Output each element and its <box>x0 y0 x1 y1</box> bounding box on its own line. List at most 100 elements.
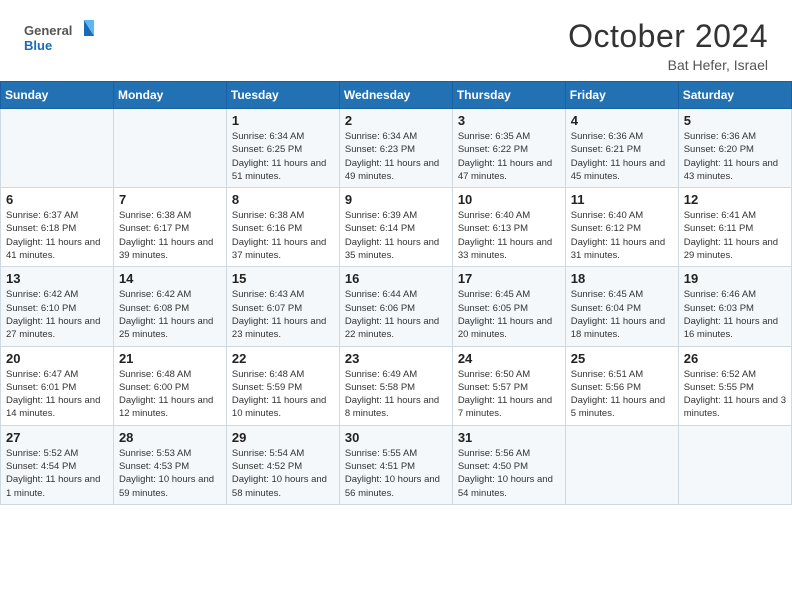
day-info: Sunrise: 6:48 AM Sunset: 6:00 PM Dayligh… <box>119 368 221 421</box>
day-number: 29 <box>232 430 334 445</box>
day-info: Sunrise: 6:48 AM Sunset: 5:59 PM Dayligh… <box>232 368 334 421</box>
calendar-week-row: 20 Sunrise: 6:47 AM Sunset: 6:01 PM Dayli… <box>1 346 792 425</box>
day-info: Sunrise: 6:42 AM Sunset: 6:10 PM Dayligh… <box>6 288 108 341</box>
day-number: 22 <box>232 351 334 366</box>
day-number: 18 <box>571 271 673 286</box>
day-info: Sunrise: 6:40 AM Sunset: 6:12 PM Dayligh… <box>571 209 673 262</box>
calendar-week-row: 27Sunrise: 5:52 AM Sunset: 4:54 PM Dayli… <box>1 425 792 504</box>
day-number: 7 <box>119 192 221 207</box>
calendar-cell: 26 Sunrise: 6:52 AM Sunset: 5:55 PM Dayli… <box>678 346 791 425</box>
calendar-cell: 10Sunrise: 6:40 AM Sunset: 6:13 PM Dayli… <box>452 188 565 267</box>
calendar-cell <box>1 109 114 188</box>
calendar-cell <box>565 425 678 504</box>
day-number: 26 <box>684 351 786 366</box>
calendar-cell: 30Sunrise: 5:55 AM Sunset: 4:51 PM Dayli… <box>339 425 452 504</box>
col-wednesday: Wednesday <box>339 82 452 109</box>
day-number: 13 <box>6 271 108 286</box>
calendar-cell: 20 Sunrise: 6:47 AM Sunset: 6:01 PM Dayli… <box>1 346 114 425</box>
calendar-cell: 8Sunrise: 6:38 AM Sunset: 6:16 PM Daylig… <box>226 188 339 267</box>
day-number: 14 <box>119 271 221 286</box>
day-info: Sunrise: 6:42 AM Sunset: 6:08 PM Dayligh… <box>119 288 221 341</box>
day-number: 3 <box>458 113 560 128</box>
calendar-cell: 1Sunrise: 6:34 AM Sunset: 6:25 PM Daylig… <box>226 109 339 188</box>
day-info: Sunrise: 6:38 AM Sunset: 6:16 PM Dayligh… <box>232 209 334 262</box>
day-number: 11 <box>571 192 673 207</box>
day-info: Sunrise: 6:44 AM Sunset: 6:06 PM Dayligh… <box>345 288 447 341</box>
day-number: 31 <box>458 430 560 445</box>
calendar-cell: 28Sunrise: 5:53 AM Sunset: 4:53 PM Dayli… <box>113 425 226 504</box>
col-friday: Friday <box>565 82 678 109</box>
day-info: Sunrise: 5:54 AM Sunset: 4:52 PM Dayligh… <box>232 447 334 500</box>
calendar-cell <box>113 109 226 188</box>
day-info: Sunrise: 6:37 AM Sunset: 6:18 PM Dayligh… <box>6 209 108 262</box>
svg-text:Blue: Blue <box>24 38 52 53</box>
day-number: 25 <box>571 351 673 366</box>
calendar-cell: 5 Sunrise: 6:36 AM Sunset: 6:20 PM Daylig… <box>678 109 791 188</box>
calendar-week-row: 13 Sunrise: 6:42 AM Sunset: 6:10 PM Dayli… <box>1 267 792 346</box>
day-info: Sunrise: 6:36 AM Sunset: 6:21 PM Dayligh… <box>571 130 673 183</box>
day-info: Sunrise: 6:52 AM Sunset: 5:55 PM Dayligh… <box>684 368 786 421</box>
day-number: 5 <box>684 113 786 128</box>
calendar-cell <box>678 425 791 504</box>
day-info: Sunrise: 6:45 AM Sunset: 6:05 PM Dayligh… <box>458 288 560 341</box>
day-number: 9 <box>345 192 447 207</box>
calendar: Sunday Monday Tuesday Wednesday Thursday… <box>0 81 792 505</box>
calendar-cell: 21 Sunrise: 6:48 AM Sunset: 6:00 PM Dayli… <box>113 346 226 425</box>
day-info: Sunrise: 6:47 AM Sunset: 6:01 PM Dayligh… <box>6 368 108 421</box>
day-info: Sunrise: 6:49 AM Sunset: 5:58 PM Dayligh… <box>345 368 447 421</box>
day-number: 6 <box>6 192 108 207</box>
day-number: 15 <box>232 271 334 286</box>
day-info: Sunrise: 5:55 AM Sunset: 4:51 PM Dayligh… <box>345 447 447 500</box>
day-number: 16 <box>345 271 447 286</box>
day-number: 23 <box>345 351 447 366</box>
calendar-cell: 7 Sunrise: 6:38 AM Sunset: 6:17 PM Daylig… <box>113 188 226 267</box>
logo-svg: General Blue <box>24 18 94 60</box>
day-info: Sunrise: 6:36 AM Sunset: 6:20 PM Dayligh… <box>684 130 786 183</box>
day-number: 12 <box>684 192 786 207</box>
day-number: 19 <box>684 271 786 286</box>
calendar-cell: 3 Sunrise: 6:35 AM Sunset: 6:22 PM Daylig… <box>452 109 565 188</box>
day-info: Sunrise: 6:35 AM Sunset: 6:22 PM Dayligh… <box>458 130 560 183</box>
day-info: Sunrise: 6:46 AM Sunset: 6:03 PM Dayligh… <box>684 288 786 341</box>
calendar-cell: 17 Sunrise: 6:45 AM Sunset: 6:05 PM Dayli… <box>452 267 565 346</box>
calendar-cell: 16 Sunrise: 6:44 AM Sunset: 6:06 PM Dayli… <box>339 267 452 346</box>
header: General Blue October 2024 Bat Hefer, Isr… <box>0 0 792 81</box>
calendar-cell: 12 Sunrise: 6:41 AM Sunset: 6:11 PM Dayli… <box>678 188 791 267</box>
day-info: Sunrise: 6:43 AM Sunset: 6:07 PM Dayligh… <box>232 288 334 341</box>
day-number: 10 <box>458 192 560 207</box>
svg-text:General: General <box>24 23 72 38</box>
day-info: Sunrise: 6:38 AM Sunset: 6:17 PM Dayligh… <box>119 209 221 262</box>
calendar-cell: 14 Sunrise: 6:42 AM Sunset: 6:08 PM Dayli… <box>113 267 226 346</box>
calendar-cell: 22 Sunrise: 6:48 AM Sunset: 5:59 PM Dayli… <box>226 346 339 425</box>
calendar-cell: 18 Sunrise: 6:45 AM Sunset: 6:04 PM Dayli… <box>565 267 678 346</box>
page: General Blue October 2024 Bat Hefer, Isr… <box>0 0 792 612</box>
calendar-cell: 6 Sunrise: 6:37 AM Sunset: 6:18 PM Daylig… <box>1 188 114 267</box>
calendar-cell: 4Sunrise: 6:36 AM Sunset: 6:21 PM Daylig… <box>565 109 678 188</box>
day-info: Sunrise: 5:53 AM Sunset: 4:53 PM Dayligh… <box>119 447 221 500</box>
day-info: Sunrise: 5:52 AM Sunset: 4:54 PM Dayligh… <box>6 447 108 500</box>
month-title: October 2024 <box>568 18 768 55</box>
day-number: 20 <box>6 351 108 366</box>
col-monday: Monday <box>113 82 226 109</box>
day-number: 21 <box>119 351 221 366</box>
calendar-cell: 15 Sunrise: 6:43 AM Sunset: 6:07 PM Dayli… <box>226 267 339 346</box>
calendar-cell: 2Sunrise: 6:34 AM Sunset: 6:23 PM Daylig… <box>339 109 452 188</box>
calendar-cell: 11 Sunrise: 6:40 AM Sunset: 6:12 PM Dayli… <box>565 188 678 267</box>
calendar-cell: 29 Sunrise: 5:54 AM Sunset: 4:52 PM Dayli… <box>226 425 339 504</box>
calendar-week-row: 6 Sunrise: 6:37 AM Sunset: 6:18 PM Daylig… <box>1 188 792 267</box>
col-thursday: Thursday <box>452 82 565 109</box>
calendar-cell: 27Sunrise: 5:52 AM Sunset: 4:54 PM Dayli… <box>1 425 114 504</box>
day-info: Sunrise: 6:51 AM Sunset: 5:56 PM Dayligh… <box>571 368 673 421</box>
day-info: Sunrise: 6:41 AM Sunset: 6:11 PM Dayligh… <box>684 209 786 262</box>
col-saturday: Saturday <box>678 82 791 109</box>
logo: General Blue <box>24 18 94 60</box>
day-number: 24 <box>458 351 560 366</box>
day-info: Sunrise: 6:39 AM Sunset: 6:14 PM Dayligh… <box>345 209 447 262</box>
location: Bat Hefer, Israel <box>568 57 768 73</box>
day-info: Sunrise: 6:45 AM Sunset: 6:04 PM Dayligh… <box>571 288 673 341</box>
title-block: October 2024 Bat Hefer, Israel <box>568 18 768 73</box>
calendar-week-row: 1Sunrise: 6:34 AM Sunset: 6:25 PM Daylig… <box>1 109 792 188</box>
day-number: 17 <box>458 271 560 286</box>
calendar-cell: 25 Sunrise: 6:51 AM Sunset: 5:56 PM Dayli… <box>565 346 678 425</box>
calendar-header-row: Sunday Monday Tuesday Wednesday Thursday… <box>1 82 792 109</box>
